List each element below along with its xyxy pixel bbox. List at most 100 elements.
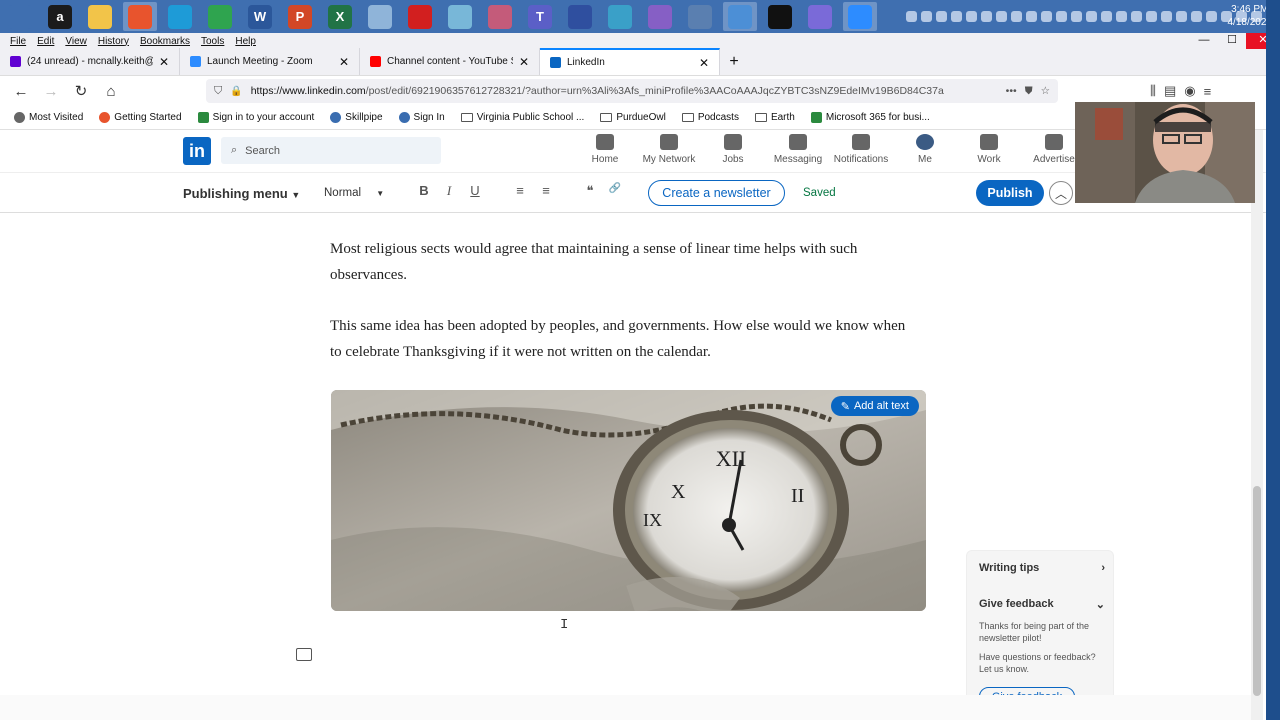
nav-work[interactable]: Work <box>957 134 1021 165</box>
tray-icon[interactable] <box>1101 11 1112 22</box>
taskbar-app-d-button[interactable] <box>723 2 757 31</box>
taskbar-chrome-button[interactable] <box>203 2 237 31</box>
taskbar-amazon-button[interactable]: a <box>43 2 77 31</box>
bookmark-item[interactable]: Sign In <box>398 112 445 123</box>
forward-button[interactable]: → <box>38 79 64 103</box>
quote-button[interactable]: ❝ <box>581 183 599 199</box>
publish-button[interactable]: Publish <box>976 180 1044 206</box>
underline-button[interactable]: U <box>466 183 484 198</box>
account-icon[interactable]: ◉ <box>1184 83 1195 99</box>
nav-jobs[interactable]: Jobs <box>701 134 765 165</box>
maximize-button[interactable]: ☐ <box>1218 33 1246 49</box>
close-tab-icon[interactable]: ✕ <box>159 55 169 69</box>
nav-messaging[interactable]: Messaging <box>766 134 830 165</box>
nav-me[interactable]: Me <box>893 134 957 165</box>
back-button[interactable]: ← <box>8 79 34 103</box>
tray-icon[interactable] <box>921 11 932 22</box>
tray-icon[interactable] <box>1161 11 1172 22</box>
menu-icon[interactable]: ≡ <box>1204 84 1212 99</box>
taskbar-teams-button[interactable]: T <box>523 2 557 31</box>
article-paragraph[interactable]: This same idea has been adopted by peopl… <box>330 314 920 365</box>
nav-my-network[interactable]: My Network <box>637 134 701 165</box>
taskbar-snipping-button[interactable] <box>483 2 517 31</box>
minimize-button[interactable]: — <box>1190 33 1218 49</box>
taskbar-zoom-button[interactable] <box>843 2 877 31</box>
bookmark-item[interactable]: PurdueOwl <box>600 112 666 123</box>
taskbar-app-e-button[interactable] <box>803 2 837 31</box>
linkedin-search-input[interactable]: ⌕ Search <box>221 137 441 164</box>
tray-icon[interactable] <box>981 11 992 22</box>
bookmark-item[interactable]: Microsoft 365 for busi... <box>810 112 930 123</box>
taskbar-edge-button[interactable] <box>163 2 197 31</box>
bookmark-item[interactable]: Earth <box>754 112 795 123</box>
taskbar-excel-button[interactable]: X <box>323 2 357 31</box>
publishing-menu-button[interactable]: Publishing menu ▼ <box>183 186 300 201</box>
bookmark-item[interactable]: Most Visited <box>14 112 83 123</box>
add-alt-text-button[interactable]: ✎ Add alt text <box>830 396 919 416</box>
bookmark-item[interactable]: Sign in to your account <box>197 112 314 123</box>
taskbar-app-b-button[interactable] <box>603 2 637 31</box>
browser-tab[interactable]: (24 unread) - mcnally.keith@y ✕ <box>0 48 180 75</box>
article-paragraph[interactable]: Most religious sects would agree that ma… <box>330 237 920 288</box>
taskbar-firefox-button[interactable] <box>123 2 157 31</box>
tray-icon[interactable] <box>1026 11 1037 22</box>
page-actions-button[interactable]: ••• <box>1006 85 1017 97</box>
close-tab-icon[interactable]: ✕ <box>519 55 529 69</box>
bold-button[interactable]: B <box>415 183 433 198</box>
nav-notifications[interactable]: Notifications <box>829 134 893 165</box>
bulleted-list-button[interactable]: ≡ <box>537 183 555 198</box>
taskbar-app-c-button[interactable] <box>683 2 717 31</box>
browser-tab[interactable]: LinkedIn ✕ <box>540 48 720 75</box>
new-tab-button[interactable]: + <box>720 48 748 75</box>
library-icon[interactable]: ⫼ <box>1150 83 1156 99</box>
tray-icon[interactable] <box>1191 11 1202 22</box>
taskbar-powerpoint-button[interactable]: P <box>283 2 317 31</box>
taskbar-terminal-button[interactable] <box>763 2 797 31</box>
numbered-list-button[interactable]: ≡ <box>511 183 529 198</box>
collapse-toolbar-button[interactable]: ︿ <box>1049 181 1073 205</box>
tray-icon[interactable] <box>1116 11 1127 22</box>
lock-icon[interactable]: 🔒 <box>230 86 242 97</box>
taskbar-paint-button[interactable] <box>363 2 397 31</box>
tray-icon[interactable] <box>1206 11 1217 22</box>
menu-bookmarks[interactable]: Bookmarks <box>140 36 190 47</box>
link-button[interactable]: 🔗 <box>606 183 624 194</box>
browser-tab[interactable]: Channel content - YouTube St ✕ <box>360 48 540 75</box>
tray-icon[interactable] <box>1146 11 1157 22</box>
insert-media-icon[interactable] <box>296 648 312 661</box>
tray-icon[interactable] <box>1176 11 1187 22</box>
taskbar-notepad-button[interactable] <box>443 2 477 31</box>
bookmark-item[interactable]: Getting Started <box>99 112 182 123</box>
nav-home[interactable]: Home <box>573 134 637 165</box>
scrollbar-thumb[interactable] <box>1253 486 1261 696</box>
bookmark-star-icon[interactable]: ☆ <box>1041 85 1050 97</box>
tray-icon[interactable] <box>936 11 947 22</box>
tray-icon[interactable] <box>1086 11 1097 22</box>
pocket-icon[interactable]: ⛊ <box>1025 85 1033 98</box>
close-tab-icon[interactable]: ✕ <box>699 56 709 70</box>
reload-button[interactable]: ↻ <box>68 79 94 103</box>
shield-icon[interactable]: ⛉ <box>214 85 222 98</box>
create-newsletter-button[interactable]: Create a newsletter <box>648 180 785 206</box>
taskbar-acrobat-button[interactable] <box>403 2 437 31</box>
bookmark-item[interactable]: Skillpipe <box>330 112 383 123</box>
menu-view[interactable]: View <box>65 36 87 47</box>
menu-help[interactable]: Help <box>235 36 256 47</box>
menu-file[interactable]: File <box>10 36 26 47</box>
browser-tab[interactable]: Launch Meeting - Zoom ✕ <box>180 48 360 75</box>
close-tab-icon[interactable]: ✕ <box>339 55 349 69</box>
tray-icon[interactable] <box>1131 11 1142 22</box>
article-image-pocket-watch[interactable]: XII II X IX ✎ Add alt text <box>331 390 926 611</box>
taskbar-app-a-button[interactable] <box>563 2 597 31</box>
taskbar-visual-studio-button[interactable] <box>643 2 677 31</box>
home-icon[interactable]: ⌂ <box>98 79 124 103</box>
menu-history[interactable]: History <box>98 36 129 47</box>
italic-button[interactable]: I <box>440 183 458 199</box>
menu-tools[interactable]: Tools <box>201 36 224 47</box>
text-style-select[interactable]: Normal ▼ <box>324 187 384 199</box>
tray-icon[interactable] <box>1041 11 1052 22</box>
tray-icon[interactable] <box>996 11 1007 22</box>
taskbar-file-explorer-button[interactable] <box>83 2 117 31</box>
taskbar-windows-start-button[interactable] <box>3 2 37 31</box>
tray-icon[interactable] <box>906 11 917 22</box>
